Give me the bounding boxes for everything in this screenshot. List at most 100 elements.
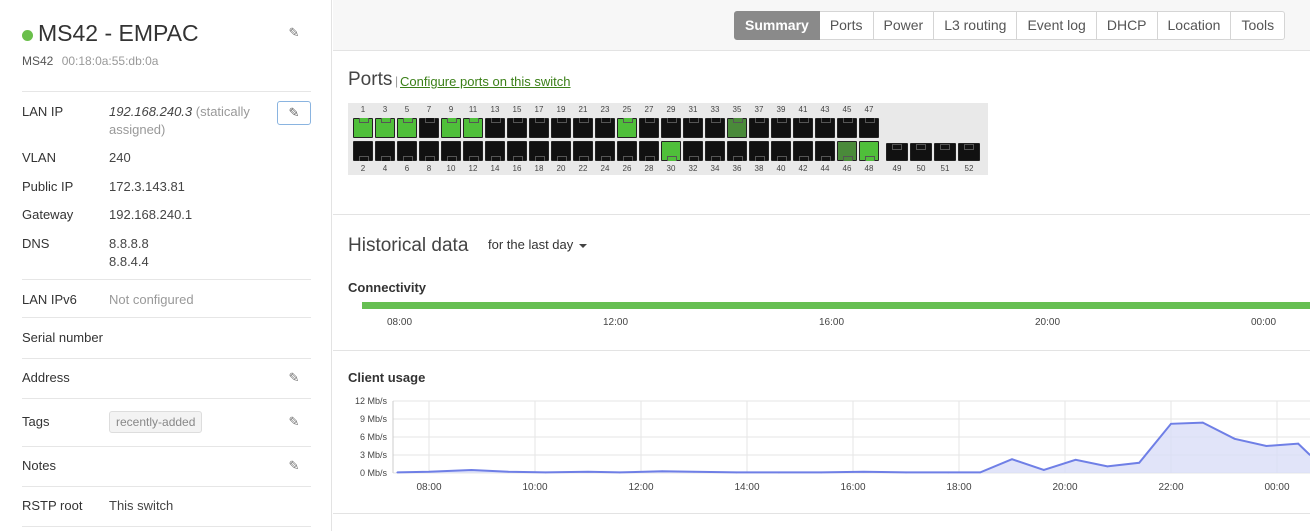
divider — [22, 358, 311, 359]
port-20[interactable] — [551, 141, 571, 161]
tab-tools[interactable]: Tools — [1231, 11, 1286, 40]
port-48[interactable] — [859, 141, 879, 161]
port-24[interactable] — [595, 141, 615, 161]
port-10[interactable] — [441, 141, 461, 161]
port-31[interactable] — [683, 118, 703, 138]
port-9[interactable] — [441, 118, 461, 138]
port-6[interactable] — [397, 141, 417, 161]
connectivity-tick-label: 08:00 — [387, 317, 413, 328]
port-18[interactable] — [529, 141, 549, 161]
ports-separator: | — [395, 74, 399, 88]
port-14[interactable] — [485, 141, 505, 161]
configure-ports-link[interactable]: Configure ports on this switch — [400, 74, 571, 89]
port-1[interactable] — [353, 118, 373, 138]
sfp-port-51[interactable] — [934, 143, 956, 161]
section-divider — [333, 513, 1310, 514]
port-12[interactable] — [463, 141, 483, 161]
port-number: 35 — [732, 105, 742, 114]
port-number: 4 — [382, 164, 388, 173]
port-25[interactable] — [617, 118, 637, 138]
port-42[interactable] — [793, 141, 813, 161]
port-22[interactable] — [573, 141, 593, 161]
tab-l3-routing[interactable]: L3 routing — [934, 11, 1018, 40]
port-32[interactable] — [683, 141, 703, 161]
port-16[interactable] — [507, 141, 527, 161]
port-45[interactable] — [837, 118, 857, 138]
divider — [22, 486, 311, 487]
tags-label: Tags — [22, 414, 50, 429]
port-33[interactable] — [705, 118, 725, 138]
tab-event-log[interactable]: Event log — [1017, 11, 1097, 40]
port-number: 46 — [842, 164, 852, 173]
sfp-port-50[interactable] — [910, 143, 932, 161]
port-35[interactable] — [727, 118, 747, 138]
tab-summary[interactable]: Summary — [734, 11, 820, 40]
tab-power[interactable]: Power — [873, 11, 935, 40]
lan-ip-label: LAN IP — [22, 104, 64, 119]
divider — [22, 398, 311, 399]
port-34[interactable] — [705, 141, 725, 161]
port-43[interactable] — [815, 118, 835, 138]
device-model: MS42 — [22, 54, 54, 68]
x-tick-label: 16:00 — [840, 482, 865, 493]
tab-dhcp[interactable]: DHCP — [1096, 11, 1158, 40]
usage-data-point-14 — [947, 471, 950, 474]
edit-name-pencil-icon[interactable]: ✎ — [286, 25, 302, 41]
port-23[interactable] — [595, 118, 615, 138]
x-tick-label: 22:00 — [1158, 482, 1183, 493]
port-7[interactable] — [419, 118, 439, 138]
port-number: 28 — [644, 164, 654, 173]
sfp-port-49[interactable] — [886, 143, 908, 161]
tab-bar: Summary Ports Power L3 routing Event log DHCP… — [734, 11, 1286, 40]
port-21[interactable] — [573, 118, 593, 138]
port-4[interactable] — [375, 141, 395, 161]
port-39[interactable] — [771, 118, 791, 138]
port-44[interactable] — [815, 141, 835, 161]
port-29[interactable] — [661, 118, 681, 138]
port-3[interactable] — [375, 118, 395, 138]
port-46[interactable] — [837, 141, 857, 161]
port-19[interactable] — [551, 118, 571, 138]
main-content: Summary Ports Power L3 routing Event log DHCP… — [333, 0, 1310, 531]
port-11[interactable] — [463, 118, 483, 138]
edit-notes-pencil-icon[interactable]: ✎ — [286, 458, 302, 474]
usage-data-point-12 — [862, 471, 865, 473]
port-number: 3 — [382, 105, 388, 114]
tag-badge[interactable]: recently-added — [109, 411, 203, 433]
edit-address-pencil-icon[interactable]: ✎ — [286, 370, 302, 386]
usage-data-point-23 — [1233, 438, 1236, 440]
port-28[interactable] — [639, 141, 659, 161]
port-17[interactable] — [529, 118, 549, 138]
gateway-label: Gateway — [22, 207, 74, 222]
port-8[interactable] — [419, 141, 439, 161]
port-40[interactable] — [771, 141, 791, 161]
port-36[interactable] — [727, 141, 747, 161]
tab-location[interactable]: Location — [1157, 11, 1232, 40]
tab-ports[interactable]: Ports — [819, 11, 874, 40]
port-30[interactable] — [661, 141, 681, 161]
ports-title: Ports — [348, 69, 393, 90]
sfp-port-52[interactable] — [958, 143, 980, 161]
port-37[interactable] — [749, 118, 769, 138]
y-tick-label: 0 Mb/s — [360, 468, 388, 478]
usage-data-point-22 — [1202, 421, 1204, 424]
edit-tags-pencil-icon[interactable]: ✎ — [286, 414, 302, 430]
port-15[interactable] — [507, 118, 527, 138]
port-2[interactable] — [353, 141, 373, 161]
connectivity-tick-label: 00:00 — [1251, 317, 1277, 328]
usage-data-point-5 — [587, 471, 589, 473]
time-range-dropdown[interactable]: for the last day — [488, 237, 588, 252]
port-41[interactable] — [793, 118, 813, 138]
usage-data-point-6 — [619, 471, 621, 474]
port-5[interactable] — [397, 118, 417, 138]
usage-data-point-11 — [820, 471, 822, 474]
port-47[interactable] — [859, 118, 879, 138]
port-number: 31 — [688, 105, 698, 114]
usage-data-point-19 — [1106, 465, 1109, 468]
port-13[interactable] — [485, 118, 505, 138]
edit-lan-ip-button[interactable]: ✎ — [277, 101, 311, 125]
port-27[interactable] — [639, 118, 659, 138]
usage-data-point-3 — [507, 471, 510, 473]
port-38[interactable] — [749, 141, 769, 161]
port-26[interactable] — [617, 141, 637, 161]
